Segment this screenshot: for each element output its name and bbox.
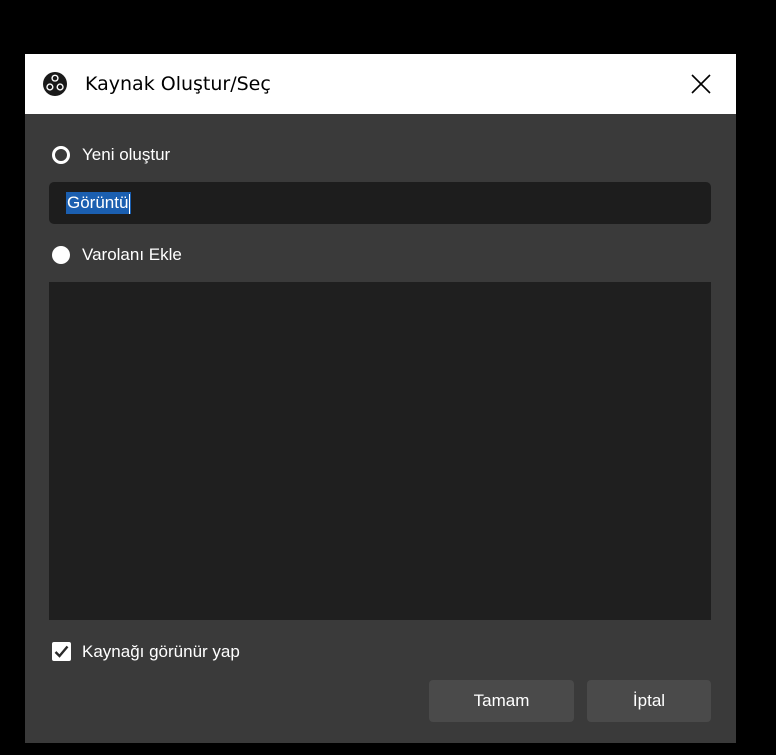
create-new-label: Yeni oluştur	[82, 145, 171, 164]
obs-logo-icon	[43, 72, 67, 96]
source-name-input[interactable]: Görüntü	[49, 182, 711, 224]
radio-indicator	[52, 246, 70, 264]
create-select-source-dialog: Kaynak Oluştur/Seç Yeni oluştur Görüntü …	[25, 54, 736, 743]
radio-indicator-selected	[52, 146, 70, 164]
checkbox-indicator	[52, 642, 71, 661]
existing-sources-list[interactable]	[49, 282, 711, 620]
close-icon	[691, 74, 711, 94]
text-caret	[129, 193, 131, 214]
dialog-title: Kaynak Oluştur/Seç	[85, 73, 271, 95]
add-existing-label: Varolanı Ekle	[82, 245, 182, 264]
cancel-button[interactable]: İptal	[587, 680, 711, 722]
make-visible-label: Kaynağı görünür yap	[82, 642, 240, 661]
title-bar: Kaynak Oluştur/Seç	[25, 54, 736, 114]
close-button[interactable]	[681, 66, 721, 102]
source-name-selected-text: Görüntü	[66, 192, 132, 214]
checkmark-icon	[54, 645, 69, 658]
ok-button[interactable]: Tamam	[429, 680, 574, 722]
